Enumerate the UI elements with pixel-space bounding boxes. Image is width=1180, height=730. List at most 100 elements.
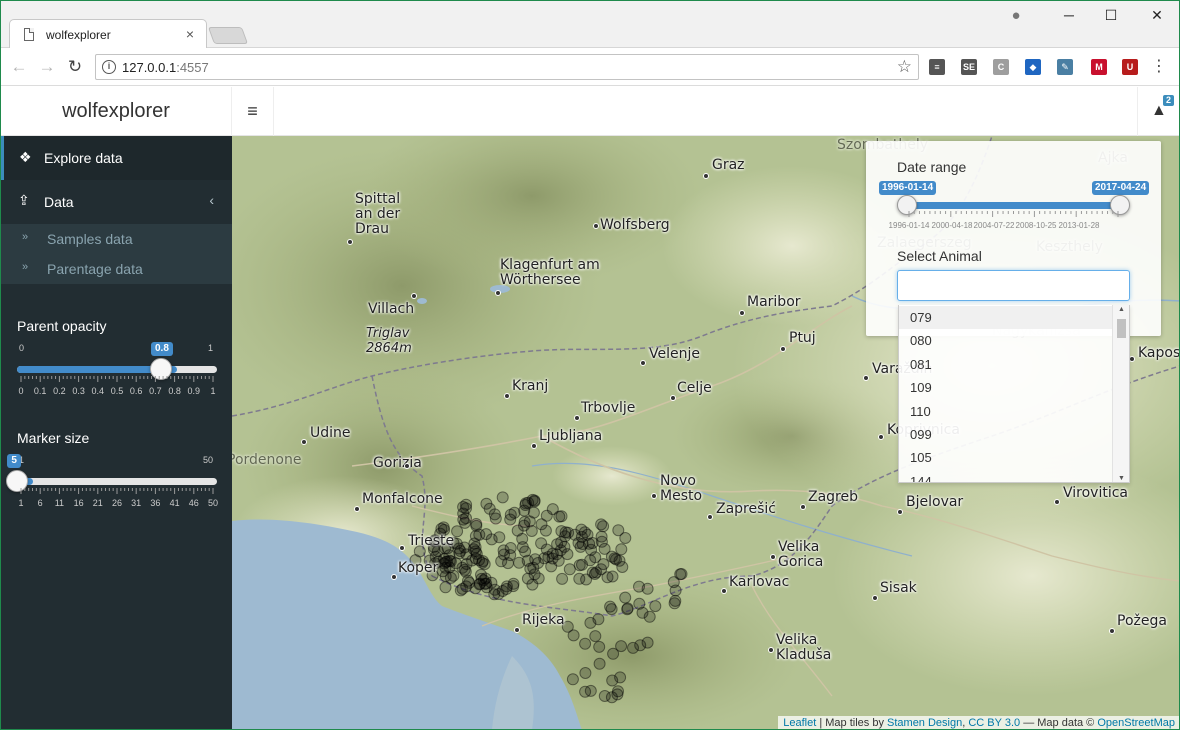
animal-option[interactable]: 099 [899,423,1114,446]
ublock-extension-icon[interactable]: U [1122,59,1138,75]
wolf-sample-marker[interactable] [614,671,627,684]
wolf-sample-marker[interactable] [526,493,539,506]
wolf-sample-marker[interactable] [649,600,662,613]
osm-link[interactable]: OpenStreetMap [1097,717,1175,729]
sidebar-item-samples[interactable]: » Samples data [1,224,232,254]
parent-opacity-slider[interactable] [17,366,217,373]
wolf-sample-marker[interactable] [458,516,471,529]
scroll-thumb[interactable] [1117,319,1126,338]
wolf-sample-marker[interactable] [593,657,606,670]
wolf-sample-marker[interactable] [585,543,598,556]
mendeley-extension-icon[interactable]: M [1091,59,1107,75]
wolf-sample-marker[interactable] [480,577,493,590]
reload-icon[interactable]: ↻ [65,57,85,77]
wolf-sample-marker[interactable] [669,594,682,607]
wolf-sample-marker[interactable] [619,591,632,604]
wolf-sample-marker[interactable] [553,510,566,523]
eyedropper-extension-icon[interactable]: ✎ [1057,59,1073,75]
date-range-slider[interactable] [907,202,1120,209]
wolf-sample-marker[interactable] [579,637,592,650]
wolf-sample-marker[interactable] [437,521,450,534]
wolf-sample-marker[interactable] [470,518,483,530]
wolf-sample-marker[interactable] [579,685,592,698]
window-close-button[interactable]: ✕ [1147,7,1167,24]
maximize-button[interactable]: ☐ [1101,7,1121,24]
wolf-sample-marker[interactable] [540,509,553,522]
wolf-sample-marker[interactable] [493,531,506,544]
wolf-sample-marker[interactable] [457,501,470,513]
wolf-sample-marker[interactable] [578,526,591,539]
wolf-sample-marker[interactable] [563,563,576,576]
wolf-sample-marker[interactable] [607,647,620,660]
marker-size-slider[interactable] [17,478,217,485]
wolf-sample-marker[interactable] [504,542,517,554]
star-icon[interactable]: ☆ [897,57,912,77]
wolf-sample-marker[interactable] [615,543,628,556]
animal-option[interactable]: 110 [899,400,1114,423]
address-bar[interactable]: i 127.0.0.1:4557 ☆ [95,54,919,80]
wolf-sample-marker[interactable] [452,542,465,555]
wolf-sample-marker[interactable] [507,580,520,593]
menu-icon[interactable]: ⋮ [1151,56,1167,76]
c-extension-icon[interactable]: C [993,59,1009,75]
wolf-sample-marker[interactable] [593,640,606,653]
wolf-sample-marker[interactable] [633,580,645,593]
notifications-button[interactable]: ▲ 2 [1137,87,1179,136]
wolf-sample-marker[interactable] [518,516,531,528]
wolf-sample-marker[interactable] [476,555,489,568]
wolf-sample-marker[interactable] [584,616,597,629]
forward-icon[interactable]: → [37,57,57,77]
animal-option[interactable]: 144 [899,470,1114,482]
animal-option[interactable]: 080 [899,329,1114,352]
sidebar-item-explore[interactable]: ❖ Explore data [1,136,232,180]
wolf-sample-marker[interactable] [595,518,608,531]
sidebar-item-data[interactable]: ⇪ Data ‹ [1,180,232,224]
wolf-sample-marker[interactable] [556,572,569,585]
license-link[interactable]: CC BY 3.0 [968,717,1020,729]
scroll-up-icon[interactable]: ▲ [1118,306,1125,313]
wolf-sample-marker[interactable] [634,639,647,652]
sidebar-toggle-icon[interactable]: ≡ [232,87,274,136]
wolf-sample-marker[interactable] [579,667,592,679]
profile-icon[interactable]: ● [1006,7,1026,24]
wolf-sample-marker[interactable] [462,574,474,587]
new-tab-button[interactable] [207,27,249,44]
wolf-sample-marker[interactable] [443,549,456,562]
wolf-sample-marker[interactable] [495,555,508,568]
wolf-sample-marker[interactable] [524,562,537,575]
wolf-sample-marker[interactable] [589,630,602,643]
animal-option[interactable]: 079 [899,306,1114,329]
wolf-sample-marker[interactable] [636,606,649,619]
animal-dropdown[interactable]: 079 080 081 109 110 099 105 144 ▲ ▼ [898,305,1130,483]
wolf-sample-marker[interactable] [473,528,486,541]
wolf-sample-marker[interactable] [539,524,552,537]
animal-option[interactable]: 081 [899,353,1114,376]
wolf-sample-marker[interactable] [595,530,608,543]
minimize-button[interactable]: ─ [1059,7,1079,23]
wolf-sample-marker[interactable] [605,691,618,704]
browser-tab-active[interactable]: wolfexplorer × [9,19,207,49]
close-icon[interactable]: × [186,26,194,42]
wolf-sample-marker[interactable] [558,540,571,553]
scroll-down-icon[interactable]: ▼ [1118,475,1125,482]
dropbox-extension-icon[interactable]: ◆ [1025,59,1041,75]
wolf-sample-marker[interactable] [562,526,575,539]
wolf-sample-marker[interactable] [566,673,579,686]
dropdown-scrollbar[interactable]: ▲ ▼ [1112,305,1129,482]
wolf-sample-marker[interactable] [573,572,586,585]
back-icon[interactable]: ← [9,57,29,77]
se-extension-icon[interactable]: SE [961,59,977,75]
leaflet-link[interactable]: Leaflet [783,717,816,729]
wolf-sample-marker[interactable] [454,584,467,597]
stack-extension-icon[interactable]: ≡ [929,59,945,75]
wolf-sample-marker[interactable] [504,508,517,521]
wolf-sample-marker[interactable] [526,578,539,591]
wolf-sample-marker[interactable] [612,524,625,537]
wolf-sample-marker[interactable] [621,602,634,615]
app-logo[interactable]: wolfexplorer [1,87,232,136]
animal-option[interactable]: 109 [899,376,1114,399]
stamen-link[interactable]: Stamen Design [887,717,962,729]
wolf-sample-marker[interactable] [595,563,608,576]
wolf-sample-marker[interactable] [604,600,617,613]
wolf-sample-marker[interactable] [616,561,629,573]
